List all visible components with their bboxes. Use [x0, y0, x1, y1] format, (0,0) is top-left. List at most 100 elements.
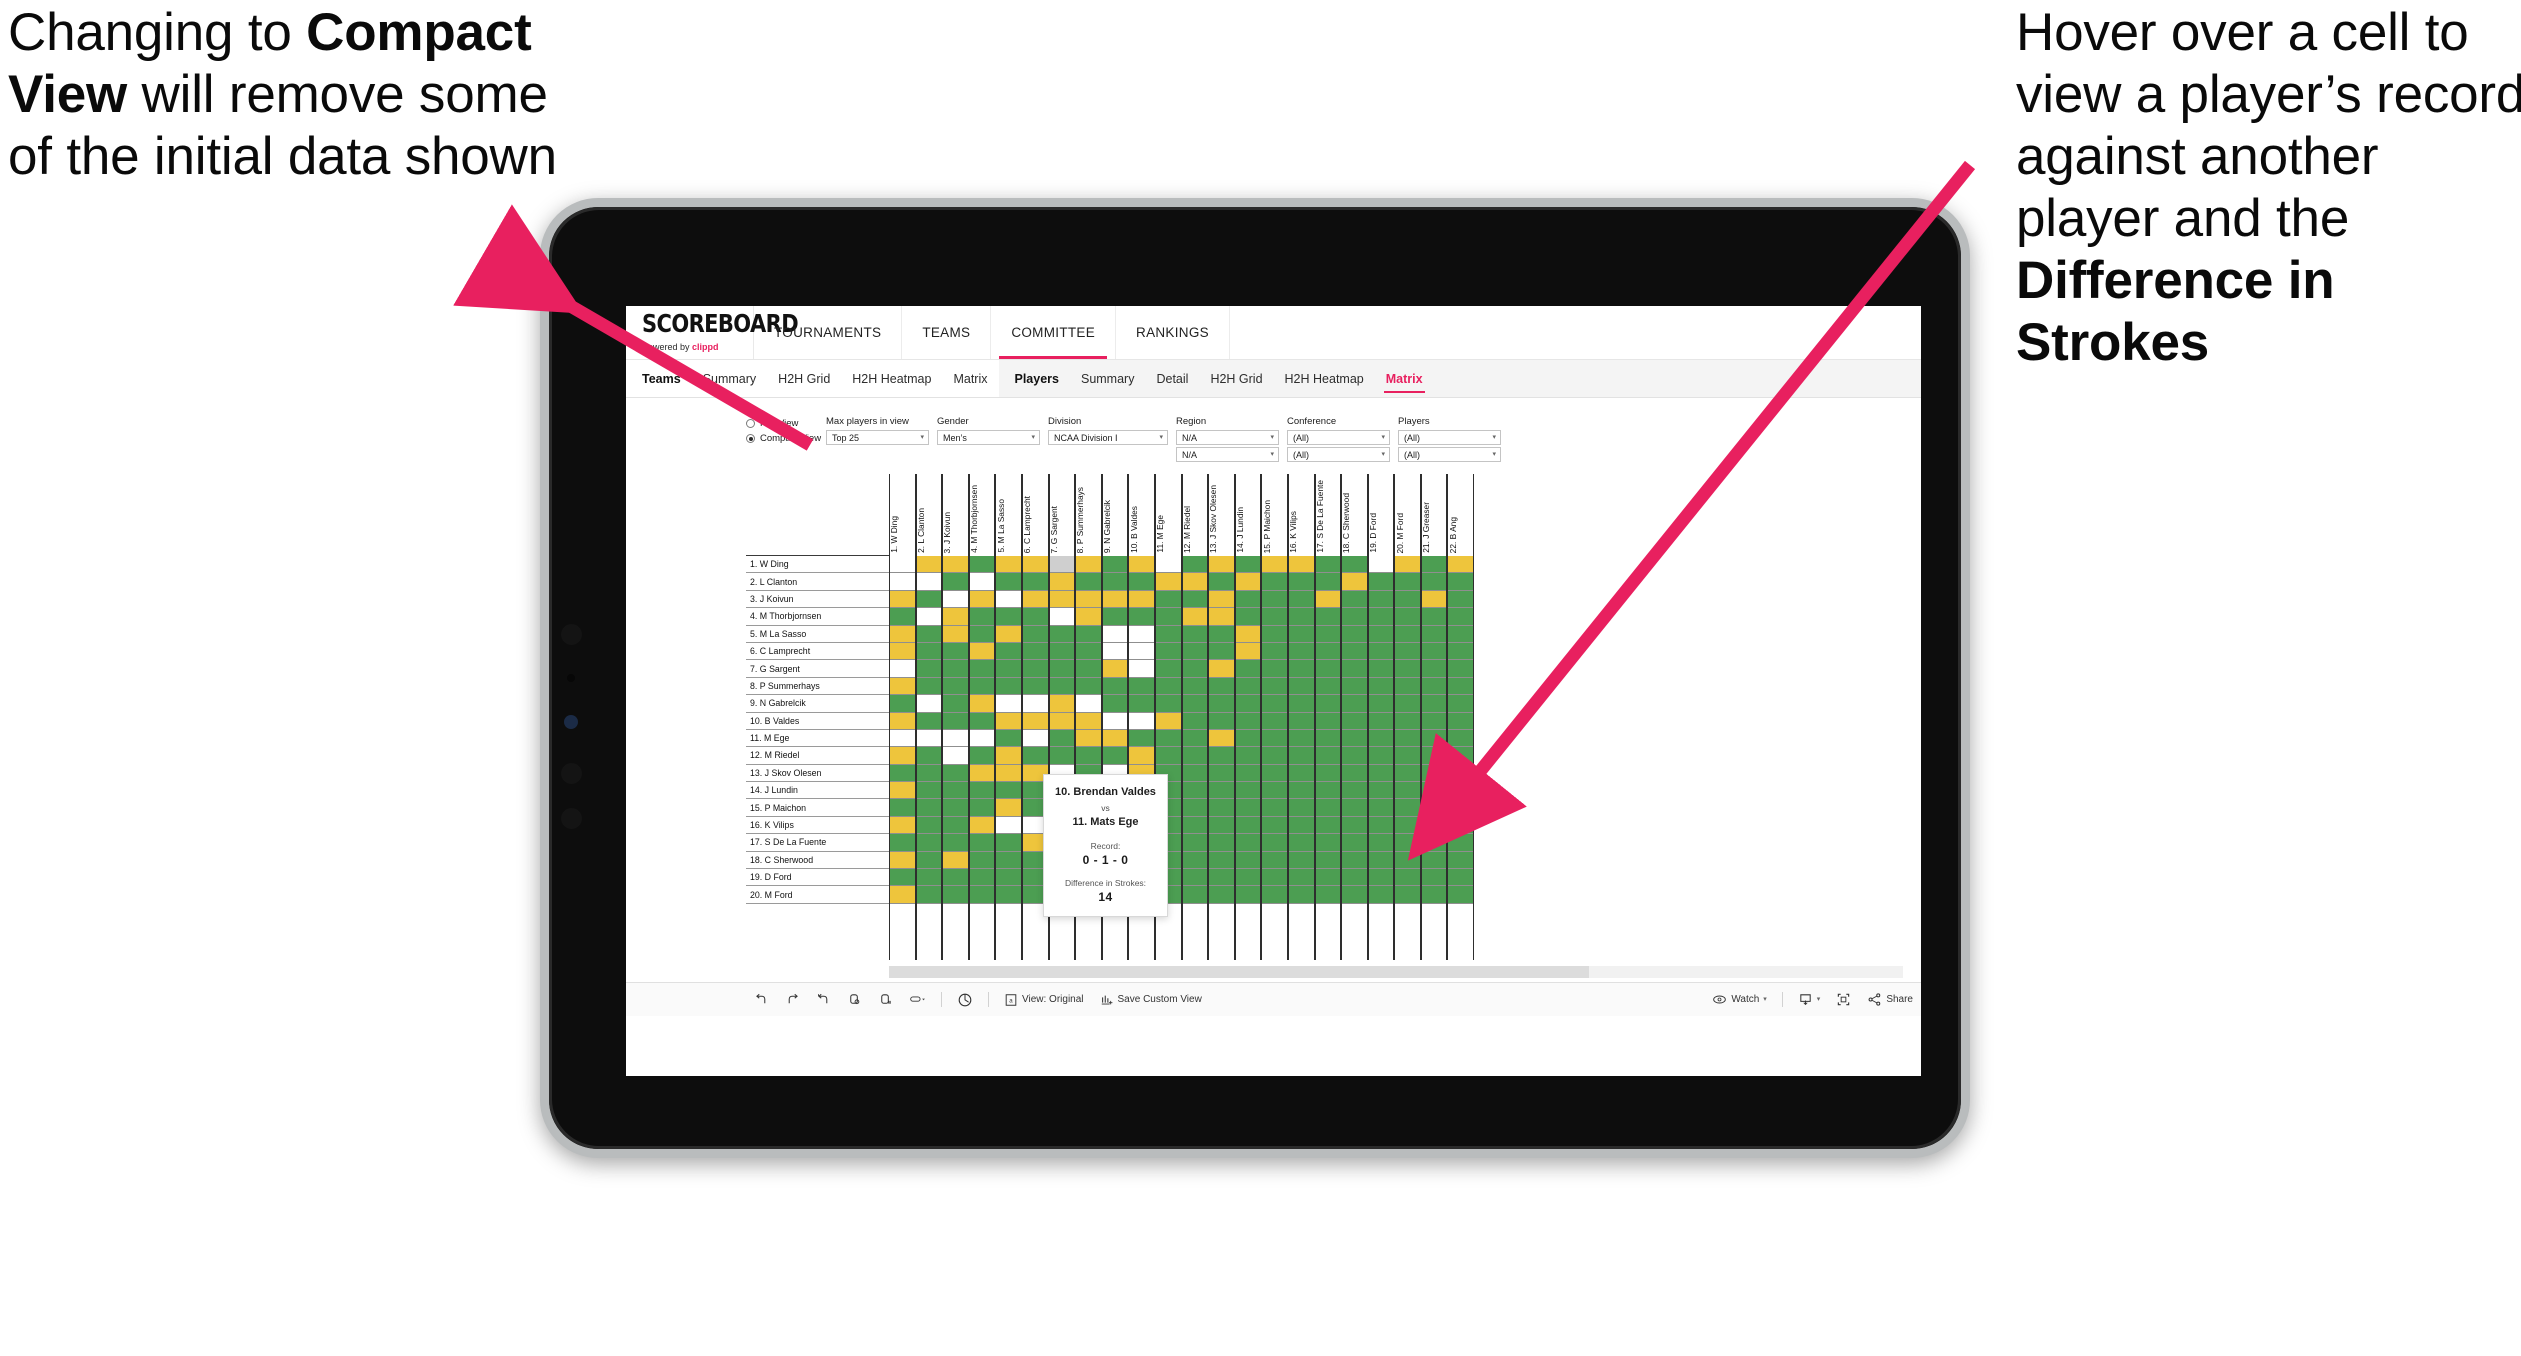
matrix-cell[interactable] — [1395, 764, 1420, 783]
matrix-cell[interactable] — [1342, 677, 1367, 696]
matrix-row-label[interactable]: 9. N Gabrelcik — [746, 695, 889, 713]
matrix-cell[interactable] — [916, 608, 942, 626]
matrix-cell[interactable] — [1102, 695, 1128, 713]
matrix-cell[interactable] — [1342, 642, 1367, 661]
matrix-cell[interactable] — [1102, 608, 1128, 626]
matrix-cell[interactable] — [1262, 695, 1287, 713]
filter-select-players-2[interactable]: (All) ▾ — [1398, 447, 1501, 462]
matrix-cell[interactable] — [1049, 747, 1075, 765]
matrix-cell[interactable] — [890, 695, 915, 713]
share-button[interactable]: Share — [1859, 992, 1921, 1007]
matrix-cell[interactable] — [1315, 851, 1341, 870]
matrix-cell[interactable] — [943, 834, 968, 852]
matrix-cell[interactable] — [996, 851, 1021, 870]
filter-select-region-2[interactable]: N/A ▾ — [1176, 447, 1279, 462]
matrix-column-header[interactable]: 12. M Riedel — [1181, 474, 1209, 556]
matrix-cell[interactable] — [943, 660, 968, 678]
matrix-cell[interactable] — [890, 660, 915, 678]
matrix-row-label[interactable]: 16. K Vilips — [746, 816, 889, 835]
matrix-cell[interactable] — [1421, 869, 1447, 887]
matrix-cell[interactable] — [1368, 834, 1394, 852]
matrix-column-header[interactable]: 19. D Ford — [1367, 474, 1395, 556]
matrix-cell[interactable] — [1209, 851, 1234, 870]
matrix-cell[interactable] — [996, 660, 1021, 678]
matrix-cell[interactable] — [1395, 782, 1420, 800]
matrix-cell[interactable] — [1448, 764, 1474, 783]
matrix-cell[interactable] — [1421, 590, 1447, 609]
matrix-row-label[interactable]: 6. C Lamprecht — [746, 642, 889, 661]
matrix-cell[interactable] — [1235, 608, 1261, 626]
matrix-cell[interactable] — [969, 695, 995, 713]
matrix-cell[interactable] — [1076, 747, 1101, 765]
matrix-cell[interactable] — [1209, 799, 1234, 817]
matrix-row-label[interactable]: 2. L Clanton — [746, 573, 889, 591]
matrix-cell[interactable] — [1155, 590, 1181, 609]
matrix-cell[interactable] — [1288, 816, 1314, 835]
matrix-cell[interactable] — [1395, 573, 1420, 591]
matrix-cell[interactable] — [943, 642, 968, 661]
matrix-cell[interactable] — [1342, 590, 1367, 609]
matrix-cell[interactable] — [1288, 712, 1314, 730]
matrix-cell[interactable] — [1342, 556, 1367, 574]
matrix-cell[interactable] — [1288, 869, 1314, 887]
matrix-cell[interactable] — [1368, 695, 1394, 713]
matrix-cell[interactable] — [969, 556, 995, 574]
matrix-cell[interactable] — [1022, 677, 1048, 696]
matrix-row-label[interactable]: 17. S De La Fuente — [746, 834, 889, 852]
matrix-column-header[interactable]: 14. J Lundin — [1234, 474, 1262, 556]
matrix-cell[interactable] — [890, 573, 915, 591]
matrix-cell[interactable] — [1182, 695, 1208, 713]
matrix-cell[interactable] — [1315, 886, 1341, 904]
teams-tab-h2h-grid[interactable]: H2H Grid — [767, 360, 841, 397]
matrix-row-label[interactable]: 10. B Valdes — [746, 712, 889, 730]
matrix-cell[interactable] — [916, 851, 942, 870]
matrix-cell[interactable] — [1182, 729, 1208, 748]
matrix-cell[interactable] — [1288, 695, 1314, 713]
matrix-cell[interactable] — [1155, 642, 1181, 661]
matrix-cell[interactable] — [1235, 695, 1261, 713]
matrix-cell[interactable] — [916, 625, 942, 643]
matrix-cell[interactable] — [1288, 886, 1314, 904]
matrix-cell[interactable] — [890, 625, 915, 643]
matrix-cell[interactable] — [1315, 799, 1341, 817]
teams-tab-summary[interactable]: Summary — [692, 360, 767, 397]
matrix-row-label[interactable]: 15. P Maichon — [746, 799, 889, 817]
matrix-cell[interactable] — [969, 573, 995, 591]
matrix-cell[interactable] — [890, 834, 915, 852]
matrix-row-label[interactable]: 7. G Sargent — [746, 660, 889, 678]
matrix-cell[interactable] — [1315, 590, 1341, 609]
matrix-cell[interactable] — [1315, 747, 1341, 765]
filter-select-conference[interactable]: (All) ▾ — [1287, 430, 1390, 445]
matrix-cell[interactable] — [890, 799, 915, 817]
matrix-cell[interactable] — [1421, 764, 1447, 783]
redo-button[interactable] — [777, 992, 808, 1007]
matrix-cell[interactable] — [1102, 556, 1128, 574]
matrix-cell[interactable] — [1262, 642, 1287, 661]
matrix-cell[interactable] — [1235, 747, 1261, 765]
matrix-row-label[interactable]: 19. D Ford — [746, 869, 889, 887]
matrix-cell[interactable] — [1129, 642, 1154, 661]
matrix-cell[interactable] — [1262, 834, 1287, 852]
matrix-cell[interactable] — [1049, 573, 1075, 591]
matrix-cell[interactable] — [1182, 747, 1208, 765]
matrix-cell[interactable] — [1182, 886, 1208, 904]
matrix-cell[interactable] — [969, 729, 995, 748]
matrix-cell[interactable] — [1288, 834, 1314, 852]
matrix-cell[interactable] — [1182, 608, 1208, 626]
matrix-cell[interactable] — [1288, 851, 1314, 870]
matrix-cell[interactable] — [1235, 834, 1261, 852]
matrix-cell[interactable] — [890, 608, 915, 626]
matrix-cell[interactable] — [1262, 886, 1287, 904]
matrix-cell[interactable] — [1235, 573, 1261, 591]
matrix-cell[interactable] — [1049, 729, 1075, 748]
matrix-cell[interactable] — [969, 590, 995, 609]
scrollbar-thumb[interactable] — [889, 965, 1589, 978]
matrix-cell[interactable] — [916, 886, 942, 904]
matrix-cell[interactable] — [1421, 886, 1447, 904]
matrix-cell[interactable] — [1102, 747, 1128, 765]
watch-button[interactable]: Watch ▾ — [1704, 992, 1774, 1007]
matrix-cell[interactable] — [1182, 834, 1208, 852]
matrix-cell[interactable] — [969, 886, 995, 904]
matrix-cell[interactable] — [1448, 590, 1474, 609]
matrix-cell[interactable] — [943, 764, 968, 783]
